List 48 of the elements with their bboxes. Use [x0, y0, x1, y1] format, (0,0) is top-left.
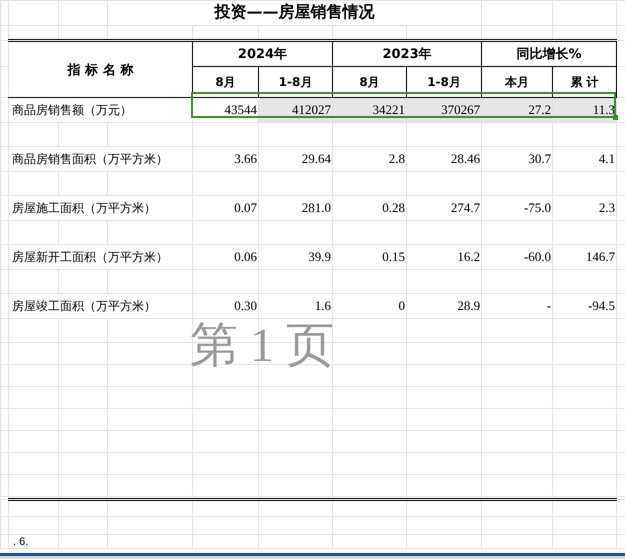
table-cell: 2.3 — [598, 200, 616, 215]
column-header: 1-8月 — [427, 75, 461, 89]
table-cell: 2.8 — [388, 151, 405, 166]
sheet-title: 投资——房屋销售情况 — [214, 2, 375, 21]
table-cell: 0.07 — [234, 200, 257, 215]
column-header: 累 计 — [570, 75, 599, 89]
table-cell: 0.15 — [382, 249, 405, 264]
table-cell: -94.5 — [588, 298, 616, 313]
table-cell: - — [546, 298, 552, 313]
table-cell: 28.9 — [457, 298, 480, 313]
table-cell: -60.0 — [524, 249, 552, 264]
column-group-header: 同比增长% — [516, 47, 582, 62]
column-header: 本月 — [505, 75, 530, 89]
column-group-header: 2024年 — [238, 47, 288, 62]
table-cell: 27.2 — [528, 102, 552, 117]
row-label: 房屋竣工面积（万平方米） — [12, 299, 156, 313]
column-header: 1-8月 — [278, 75, 312, 89]
table-cell: 4.1 — [598, 151, 616, 166]
column-header: 8月 — [215, 75, 236, 89]
table-cell: 28.46 — [450, 151, 480, 166]
table-cell: 0.28 — [382, 200, 405, 215]
table-cell: 281.0 — [302, 200, 331, 215]
table-cell: 370267 — [441, 102, 480, 117]
footer-note: . 6. — [13, 536, 30, 548]
table-cell: 0.30 — [234, 298, 257, 313]
page-label: 第 1 页 — [190, 318, 334, 374]
table-cell: 146.7 — [586, 249, 616, 264]
table-cell: 0.06 — [234, 249, 257, 264]
column-group-header: 2023年 — [382, 47, 432, 62]
row-label: 房屋新开工面积（万平方米） — [12, 250, 168, 264]
table-cell: 43544 — [224, 102, 257, 117]
table-cell: 11.3 — [592, 102, 616, 117]
table-cell: 0 — [398, 298, 405, 313]
table-cell: 274.7 — [450, 200, 480, 215]
table-cell: 39.9 — [308, 249, 331, 264]
table-cell: 34221 — [372, 102, 405, 117]
table-cell: 16.2 — [457, 249, 480, 264]
row-label: 房屋施工面积（万平方米） — [12, 201, 156, 215]
table-cell: -75.0 — [524, 200, 552, 215]
column-header: 8月 — [359, 75, 380, 89]
table-cell: 29.64 — [302, 151, 331, 166]
row-label: 商品房销售额（万元） — [12, 103, 132, 117]
header-label: 指 标 名 称 — [68, 62, 134, 78]
table-cell: 3.66 — [234, 151, 257, 166]
table-cell: 1.6 — [314, 298, 331, 313]
table-cell: 30.7 — [528, 151, 552, 166]
table-cell: 412027 — [292, 102, 331, 117]
row-label: 商品房销售面积（万平方米） — [12, 152, 168, 166]
